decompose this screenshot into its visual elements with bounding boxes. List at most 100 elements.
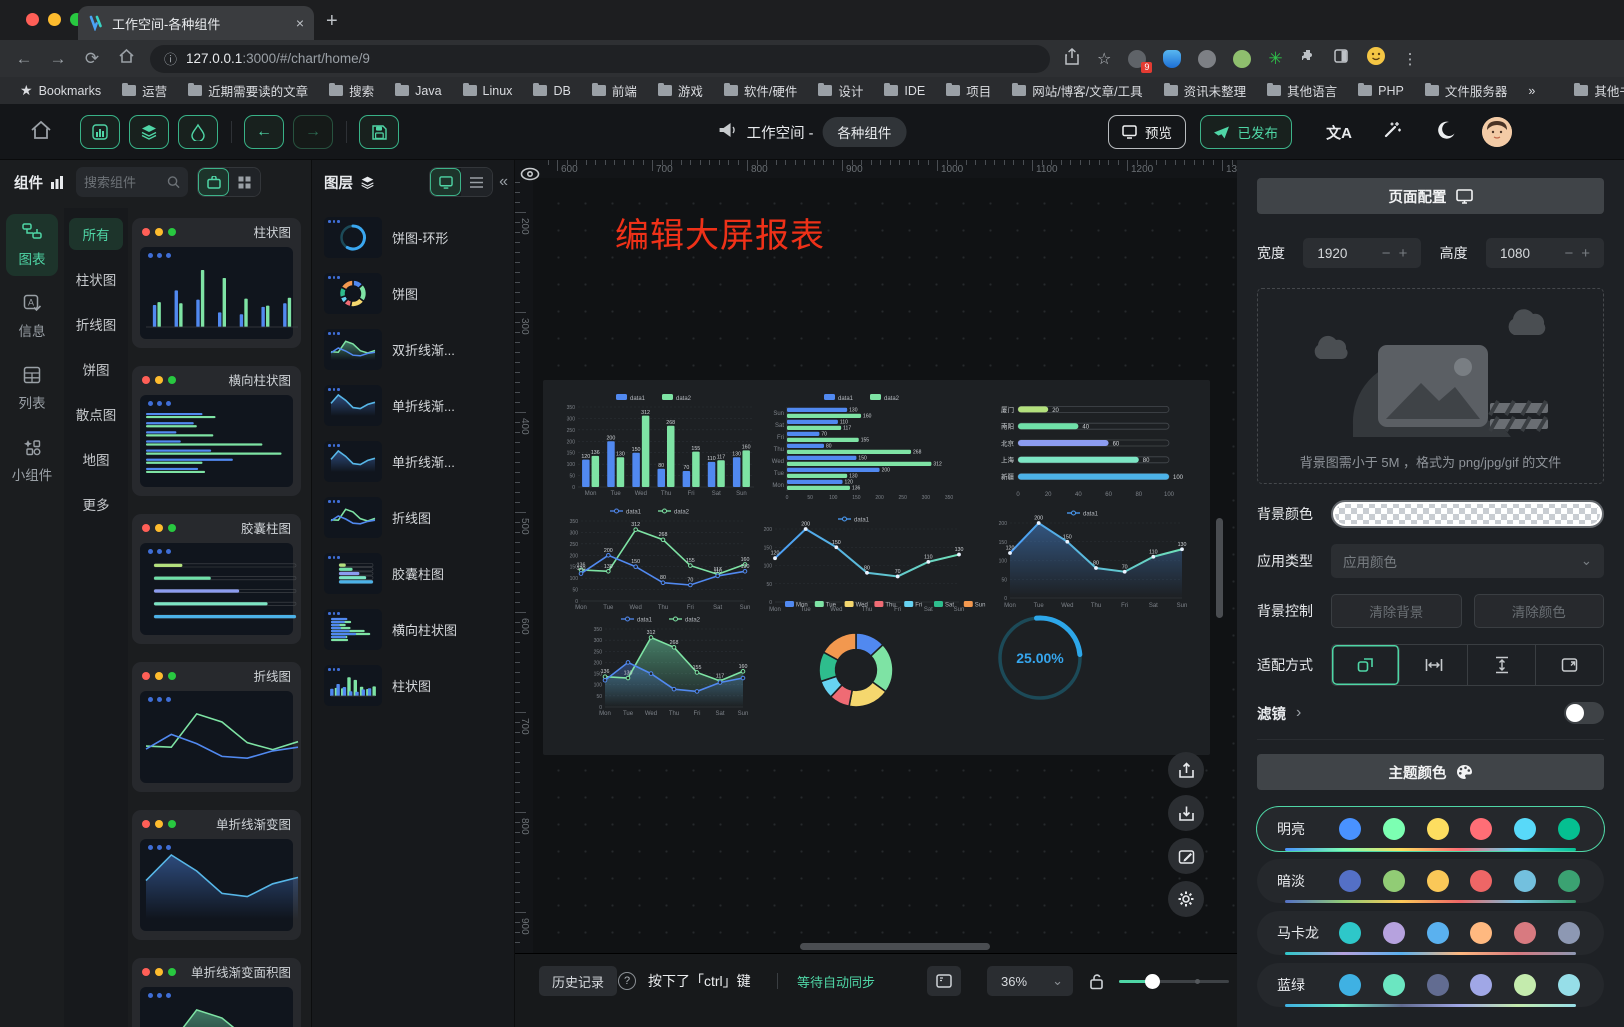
theme-color-dot[interactable] <box>1383 922 1405 944</box>
bookmark-item[interactable]: 运营 <box>122 81 167 100</box>
bookmark-item[interactable]: 资讯未整理 <box>1164 81 1247 100</box>
background-color-swatch[interactable] <box>1331 500 1604 528</box>
vertical-scrollbar[interactable] <box>1216 518 1223 618</box>
chart-pie-donut[interactable]: MonTueWedThuFriSatSun <box>779 598 999 738</box>
layer-item[interactable]: 饼图 <box>320 270 506 317</box>
canvas[interactable]: 6007008009001000110012001300 20030040050… <box>515 160 1237 953</box>
reload-icon[interactable]: ⟳ <box>82 49 102 69</box>
edit-icon[interactable] <box>1168 838 1204 874</box>
category-item[interactable]: 柱状图 <box>69 263 123 295</box>
theme-row-马卡龙[interactable]: 马卡龙 <box>1257 911 1604 955</box>
horizontal-scrollbar[interactable] <box>800 943 990 950</box>
chart-line-dual[interactable]: data1data2050100150200250300350MonTueWed… <box>563 506 753 612</box>
pin-extension-icon[interactable] <box>1163 50 1181 68</box>
bookmark-star-icon[interactable]: ☆ <box>1097 49 1111 69</box>
theme-color-dot[interactable] <box>1339 922 1361 944</box>
fit-width-button[interactable] <box>1400 645 1468 685</box>
category-item[interactable]: 散点图 <box>69 398 123 430</box>
theme-color-dot[interactable] <box>1470 974 1492 996</box>
profile-avatar[interactable] <box>1366 46 1386 71</box>
chart-line-gradient[interactable]: data1050100150200MonTueWedThuFriSatSun12… <box>990 508 1192 610</box>
save-button[interactable] <box>359 115 399 149</box>
workspace-name-badge[interactable]: 各种组件 <box>822 117 906 147</box>
undo-button[interactable]: ← <box>244 115 284 149</box>
category-item[interactable]: 饼图 <box>69 353 123 385</box>
export-icon[interactable] <box>1168 752 1204 788</box>
layer-thumbnail-view-toggle[interactable] <box>430 168 461 196</box>
theme-color-dot[interactable] <box>1470 922 1492 944</box>
charts-panel-toggle-button[interactable] <box>80 115 120 149</box>
preview-button[interactable]: 预览 <box>1108 115 1186 149</box>
extension-icon-green-circle[interactable] <box>1233 50 1251 68</box>
bookmark-item[interactable]: DB <box>533 81 570 100</box>
slider-knob[interactable] <box>1145 974 1160 989</box>
layer-item[interactable]: 柱状图 <box>320 662 506 709</box>
chart-bar-horizontal[interactable]: data1data2050100150200250300350Sun130160… <box>763 392 969 502</box>
width-decrement[interactable]: − <box>1378 245 1395 262</box>
layer-item[interactable]: 折线图 <box>320 494 506 541</box>
redo-button[interactable]: → <box>293 115 333 149</box>
chart-progress-ring[interactable]: 25.00% <box>983 606 1103 714</box>
category-item[interactable]: 更多 <box>69 488 123 520</box>
extensions-puzzle-icon[interactable] <box>1300 48 1316 69</box>
theme-color-dot[interactable] <box>1514 870 1536 892</box>
translate-icon[interactable]: 文A <box>1326 122 1352 143</box>
category-item[interactable]: 折线图 <box>69 308 123 340</box>
layer-item[interactable]: 胶囊柱图 <box>320 550 506 597</box>
dashboard-group[interactable]: data1data2050100150200250300350Mon120136… <box>543 380 1210 755</box>
sidebar-item-3[interactable]: 列表 <box>6 358 58 420</box>
settings-gear-icon[interactable] <box>1168 881 1204 917</box>
width-input[interactable]: 1920 − + <box>1303 238 1421 268</box>
chart-bar-grouped[interactable]: data1data2050100150200250300350Mon120136… <box>560 392 756 498</box>
theme-color-dot[interactable] <box>1383 818 1405 840</box>
bookmark-item[interactable]: 其他语言 <box>1267 81 1337 100</box>
big-screen-title-text[interactable]: 编辑大屏报表 <box>615 208 825 257</box>
bookmark-item[interactable]: 近期需要读的文章 <box>188 81 308 100</box>
app-type-select[interactable]: 应用颜色 ⌄ <box>1331 544 1604 578</box>
theme-color-dot[interactable] <box>1427 974 1449 996</box>
collapse-panel-chevron[interactable]: « <box>499 173 508 191</box>
width-increment[interactable]: + <box>1395 245 1412 262</box>
component-card[interactable]: 折线图 <box>132 662 301 792</box>
bookmark-item[interactable]: 软件/硬件 <box>724 81 797 100</box>
publish-button[interactable]: 已发布 <box>1200 115 1293 149</box>
bookmark-item[interactable]: IDE <box>884 81 925 100</box>
theme-color-dot[interactable] <box>1339 974 1361 996</box>
bookmark-item[interactable]: Linux <box>463 81 513 100</box>
theme-color-dot[interactable] <box>1427 922 1449 944</box>
bookmark-item[interactable]: Java <box>395 81 441 100</box>
theme-color-dot[interactable] <box>1470 818 1492 840</box>
site-info-icon[interactable]: ⓘ <box>164 49 177 68</box>
category-item[interactable]: 所有 <box>69 218 123 250</box>
share-icon[interactable] <box>1064 48 1080 70</box>
fit-height-button[interactable] <box>1468 645 1536 685</box>
bookmark-item[interactable]: 游戏 <box>658 81 703 100</box>
fit-scale-button[interactable] <box>1332 645 1400 685</box>
theme-color-dot[interactable] <box>1558 870 1580 892</box>
sidebar-item-2[interactable]: A信息 <box>6 286 58 348</box>
layer-item[interactable]: 单折线渐... <box>320 438 506 485</box>
bookmark-item[interactable]: 网站/博客/文章/工具 <box>1012 81 1142 100</box>
other-bookmarks[interactable]: 其他书签 <box>1574 81 1624 100</box>
background-upload-dropzone[interactable]: 背景图需小于 5M ，格式为 png/jpg/gif 的文件 <box>1257 288 1604 484</box>
theme-color-dot[interactable] <box>1514 974 1536 996</box>
bookmark-item[interactable]: 搜索 <box>329 81 374 100</box>
component-search-box[interactable] <box>76 167 188 197</box>
theme-row-明亮[interactable]: 明亮 <box>1257 807 1604 851</box>
magic-wand-icon[interactable] <box>1382 120 1402 145</box>
bookmark-item[interactable]: 文件服务器 <box>1425 81 1508 100</box>
height-decrement[interactable]: − <box>1560 245 1577 262</box>
details-panel-toggle-button[interactable] <box>178 115 218 149</box>
layers-panel-toggle-button[interactable] <box>129 115 169 149</box>
bookmark-item[interactable]: 设计 <box>818 81 863 100</box>
reading-list-icon[interactable] <box>1333 48 1349 69</box>
theme-color-dot[interactable] <box>1514 818 1536 840</box>
extension-icon-gray[interactable] <box>1198 50 1216 68</box>
forward-icon[interactable]: → <box>48 49 68 69</box>
component-card[interactable]: 横向柱状图 <box>132 366 301 496</box>
theme-color-dot[interactable] <box>1339 818 1361 840</box>
theme-row-蓝绿[interactable]: 蓝绿 <box>1257 963 1604 1007</box>
theme-color-dot[interactable] <box>1558 974 1580 996</box>
chart-area-dual[interactable]: data1data2050100150200250300350MonTueWed… <box>587 614 751 718</box>
category-item[interactable]: 地图 <box>69 443 123 475</box>
